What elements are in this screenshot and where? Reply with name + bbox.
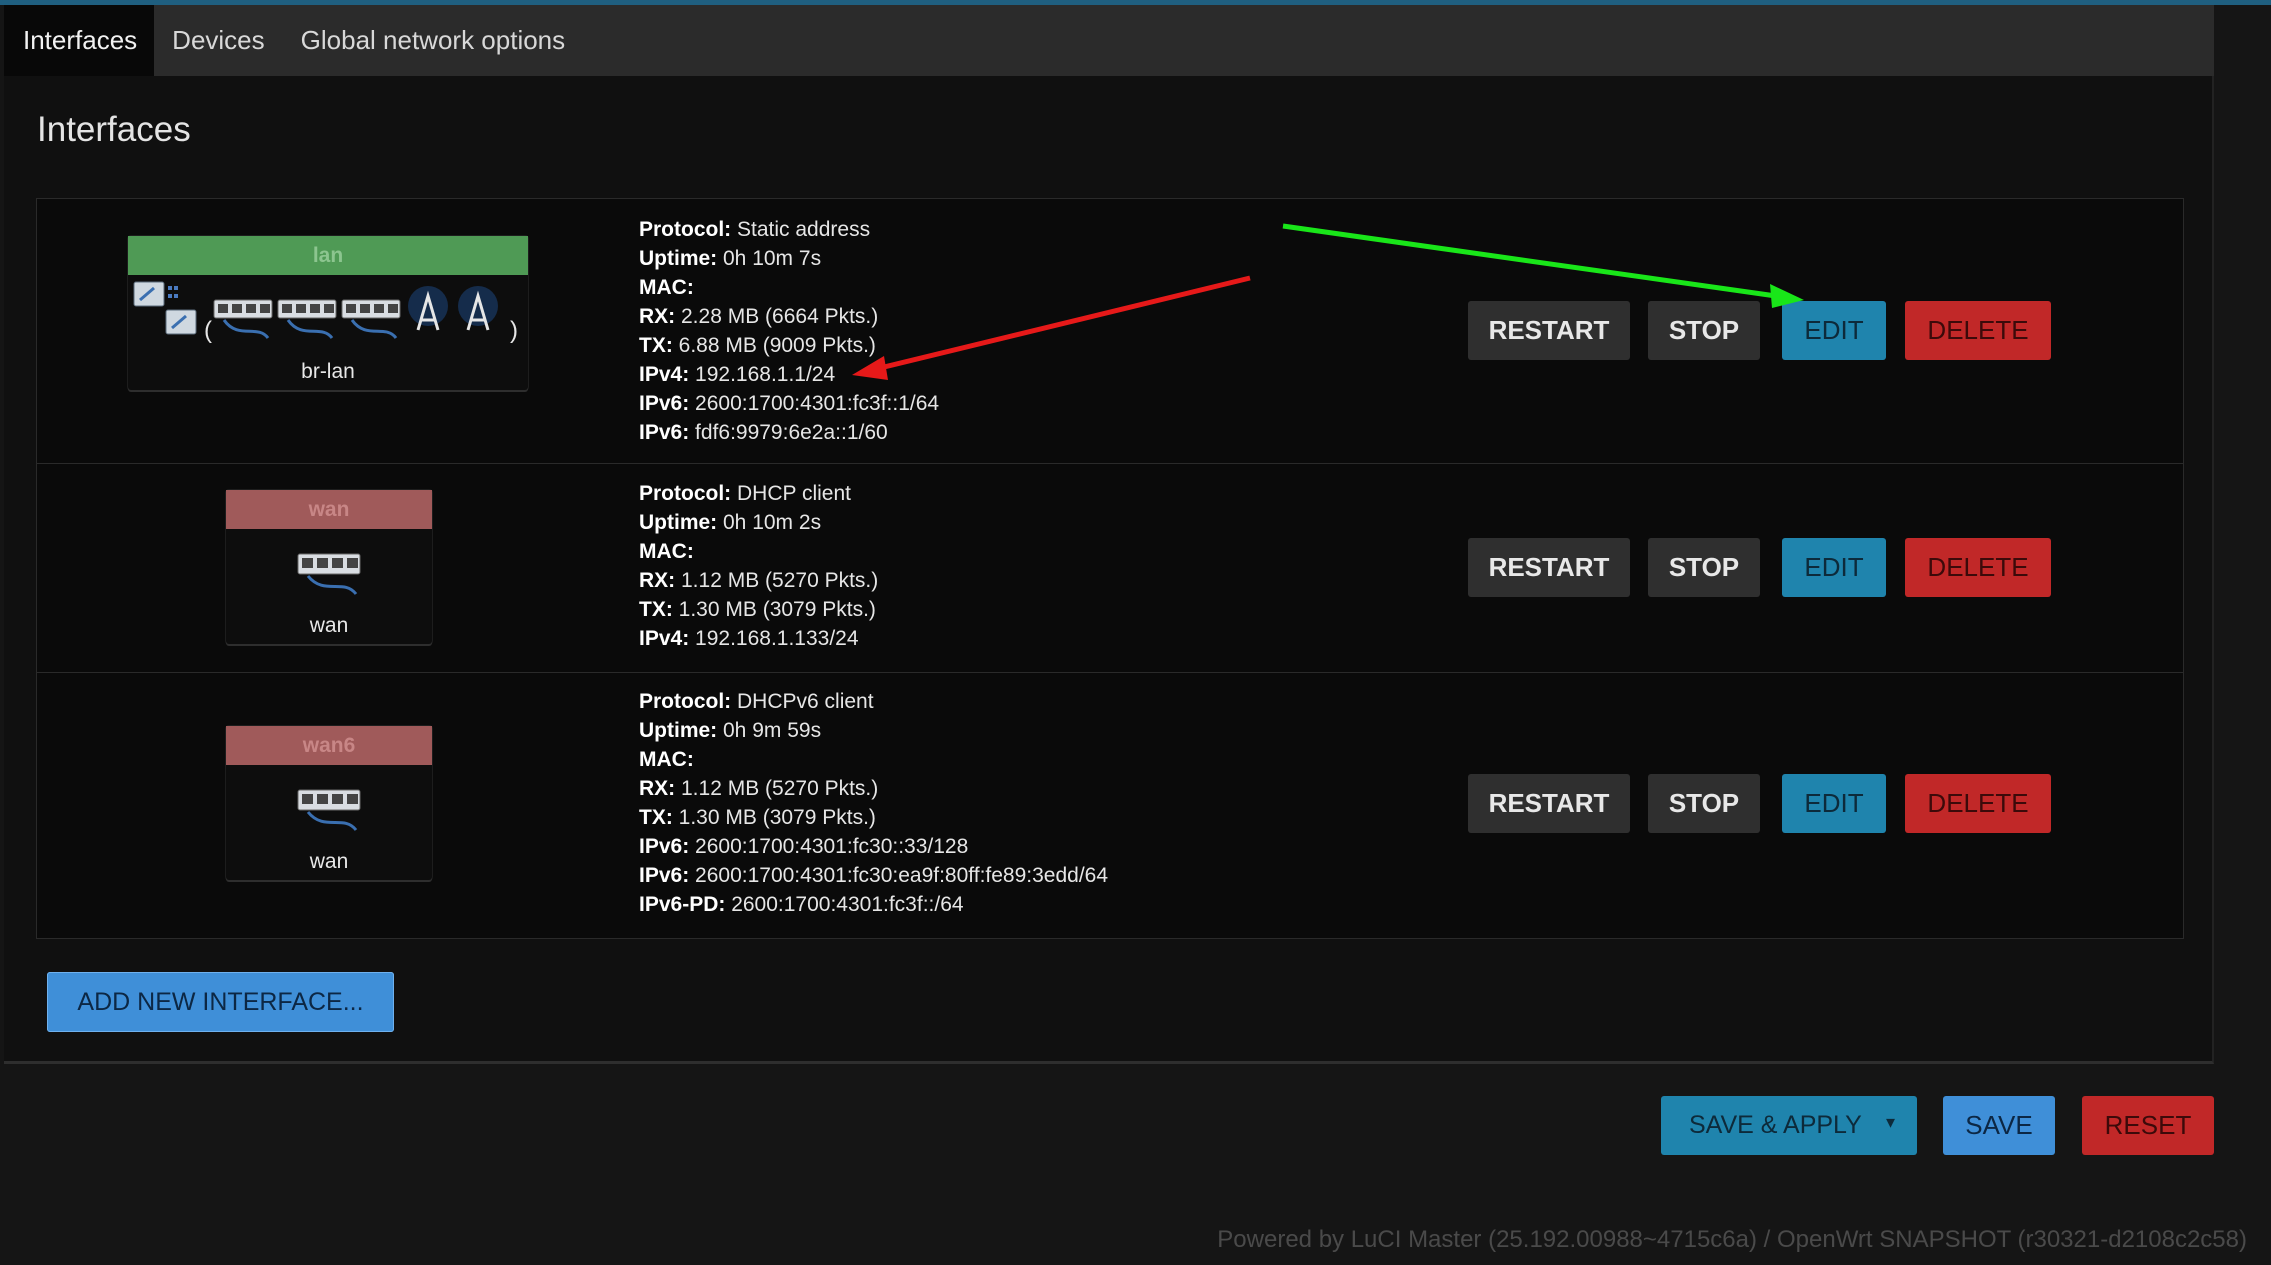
edit-button-lan[interactable]: EDIT (1782, 301, 1886, 360)
info-line: RX: 1.12 MB (5270 Pkts.) (639, 777, 879, 800)
interface-info-lan: Protocol: Static address Uptime: 0h 10m … (639, 215, 939, 447)
ethernet-port-icon (226, 534, 432, 604)
ethernet-icon (297, 553, 361, 596)
interfaces-table: lan () br-lan Protocol: Static address … (36, 198, 2184, 939)
tab-global-network-options[interactable]: Global network options (283, 5, 583, 76)
interface-badge-wan6[interactable]: wan6 wan (226, 726, 432, 880)
info-line: IPv6-PD: 2600:1700:4301:fc3f::/64 (639, 893, 964, 916)
info-line: TX: 6.88 MB (9009 Pkts.) (639, 334, 876, 357)
info-line: Protocol: Static address (639, 218, 871, 241)
ethernet-port-icon (226, 770, 432, 840)
interface-device: wan (309, 850, 349, 873)
tab-bar: Interfaces Devices Global network option… (4, 5, 2214, 76)
info-line: Uptime: 0h 9m 59s (639, 719, 822, 742)
interface-row-lan: lan () br-lan Protocol: Static address … (37, 199, 2183, 464)
stop-button-wan[interactable]: STOP (1648, 538, 1760, 597)
bridge-icon: () (133, 281, 518, 344)
restart-button-lan[interactable]: RESTART (1468, 301, 1630, 360)
restart-button-wan[interactable]: RESTART (1468, 538, 1630, 597)
info-line: TX: 1.30 MB (3079 Pkts.) (639, 806, 876, 829)
svg-text:): ) (510, 317, 518, 344)
delete-button-lan[interactable]: DELETE (1905, 301, 2051, 360)
stop-button-lan[interactable]: STOP (1648, 301, 1760, 360)
footer-powered-by: Powered by LuCI Master (25.192.00988~471… (1217, 1226, 2247, 1253)
tab-devices[interactable]: Devices (154, 5, 282, 76)
info-line: IPv6: fdf6:9979:6e2a::1/60 (639, 421, 888, 444)
interfaces-panel: Interfaces lan () br-lan Protocol: Stat… (4, 76, 2214, 1064)
svg-text:(: ( (204, 317, 212, 344)
info-line: IPv4: 192.168.1.1/24 (639, 363, 836, 386)
chevron-down-icon[interactable]: ▾ (1886, 1112, 1895, 1133)
info-line: IPv6: 2600:1700:4301:fc30:ea9f:80ff:fe89… (639, 864, 1109, 887)
edit-button-wan6[interactable]: EDIT (1782, 774, 1886, 833)
save-and-apply-label: SAVE & APPLY (1689, 1111, 1862, 1139)
edit-button-wan[interactable]: EDIT (1782, 538, 1886, 597)
delete-button-wan6[interactable]: DELETE (1905, 774, 2051, 833)
info-line: RX: 1.12 MB (5270 Pkts.) (639, 569, 879, 592)
interface-row-wan: wan wan Protocol: DHCP client Uptime: 0h… (37, 464, 2183, 673)
reset-button[interactable]: RESET (2082, 1096, 2214, 1155)
interface-name: wan (226, 490, 432, 529)
interface-device: br-lan (301, 360, 355, 383)
info-line: IPv6: 2600:1700:4301:fc3f::1/64 (639, 392, 940, 415)
restart-button-wan6[interactable]: RESTART (1468, 774, 1630, 833)
info-line: MAC: (639, 540, 694, 563)
ethernet-icon (297, 789, 361, 832)
interface-badge-wan[interactable]: wan wan (226, 490, 432, 644)
interface-name: wan6 (226, 726, 432, 765)
interface-info-wan: Protocol: DHCP client Uptime: 0h 10m 2s … (639, 479, 878, 653)
interface-device: wan (309, 614, 349, 637)
stop-button-wan6[interactable]: STOP (1648, 774, 1760, 833)
info-line: MAC: (639, 748, 694, 771)
info-line: Uptime: 0h 10m 7s (639, 247, 822, 270)
interface-badge-lan[interactable]: lan () br-lan (128, 236, 528, 390)
info-line: Protocol: DHCPv6 client (639, 690, 874, 713)
interface-info-wan6: Protocol: DHCPv6 client Uptime: 0h 9m 59… (639, 687, 1108, 919)
delete-button-wan[interactable]: DELETE (1905, 538, 2051, 597)
info-line: RX: 2.28 MB (6664 Pkts.) (639, 305, 879, 328)
info-line: IPv4: 192.168.1.133/24 (639, 627, 859, 650)
info-line: MAC: (639, 276, 694, 299)
info-line: Uptime: 0h 10m 2s (639, 511, 822, 534)
section-title: Interfaces (37, 110, 191, 149)
bridge-port-icons: () (128, 280, 528, 350)
tab-interfaces[interactable]: Interfaces (4, 5, 155, 76)
info-line: IPv6: 2600:1700:4301:fc30::33/128 (639, 835, 969, 858)
save-and-apply-button[interactable]: SAVE & APPLY ▾ (1661, 1096, 1917, 1155)
add-new-interface-button[interactable]: ADD NEW INTERFACE... (47, 972, 394, 1032)
save-button[interactable]: SAVE (1943, 1096, 2055, 1155)
info-line: TX: 1.30 MB (3079 Pkts.) (639, 598, 876, 621)
info-line: Protocol: DHCP client (639, 482, 851, 505)
interface-name: lan (128, 236, 528, 275)
interface-row-wan6: wan6 wan Protocol: DHCPv6 client Uptime:… (37, 673, 2183, 938)
